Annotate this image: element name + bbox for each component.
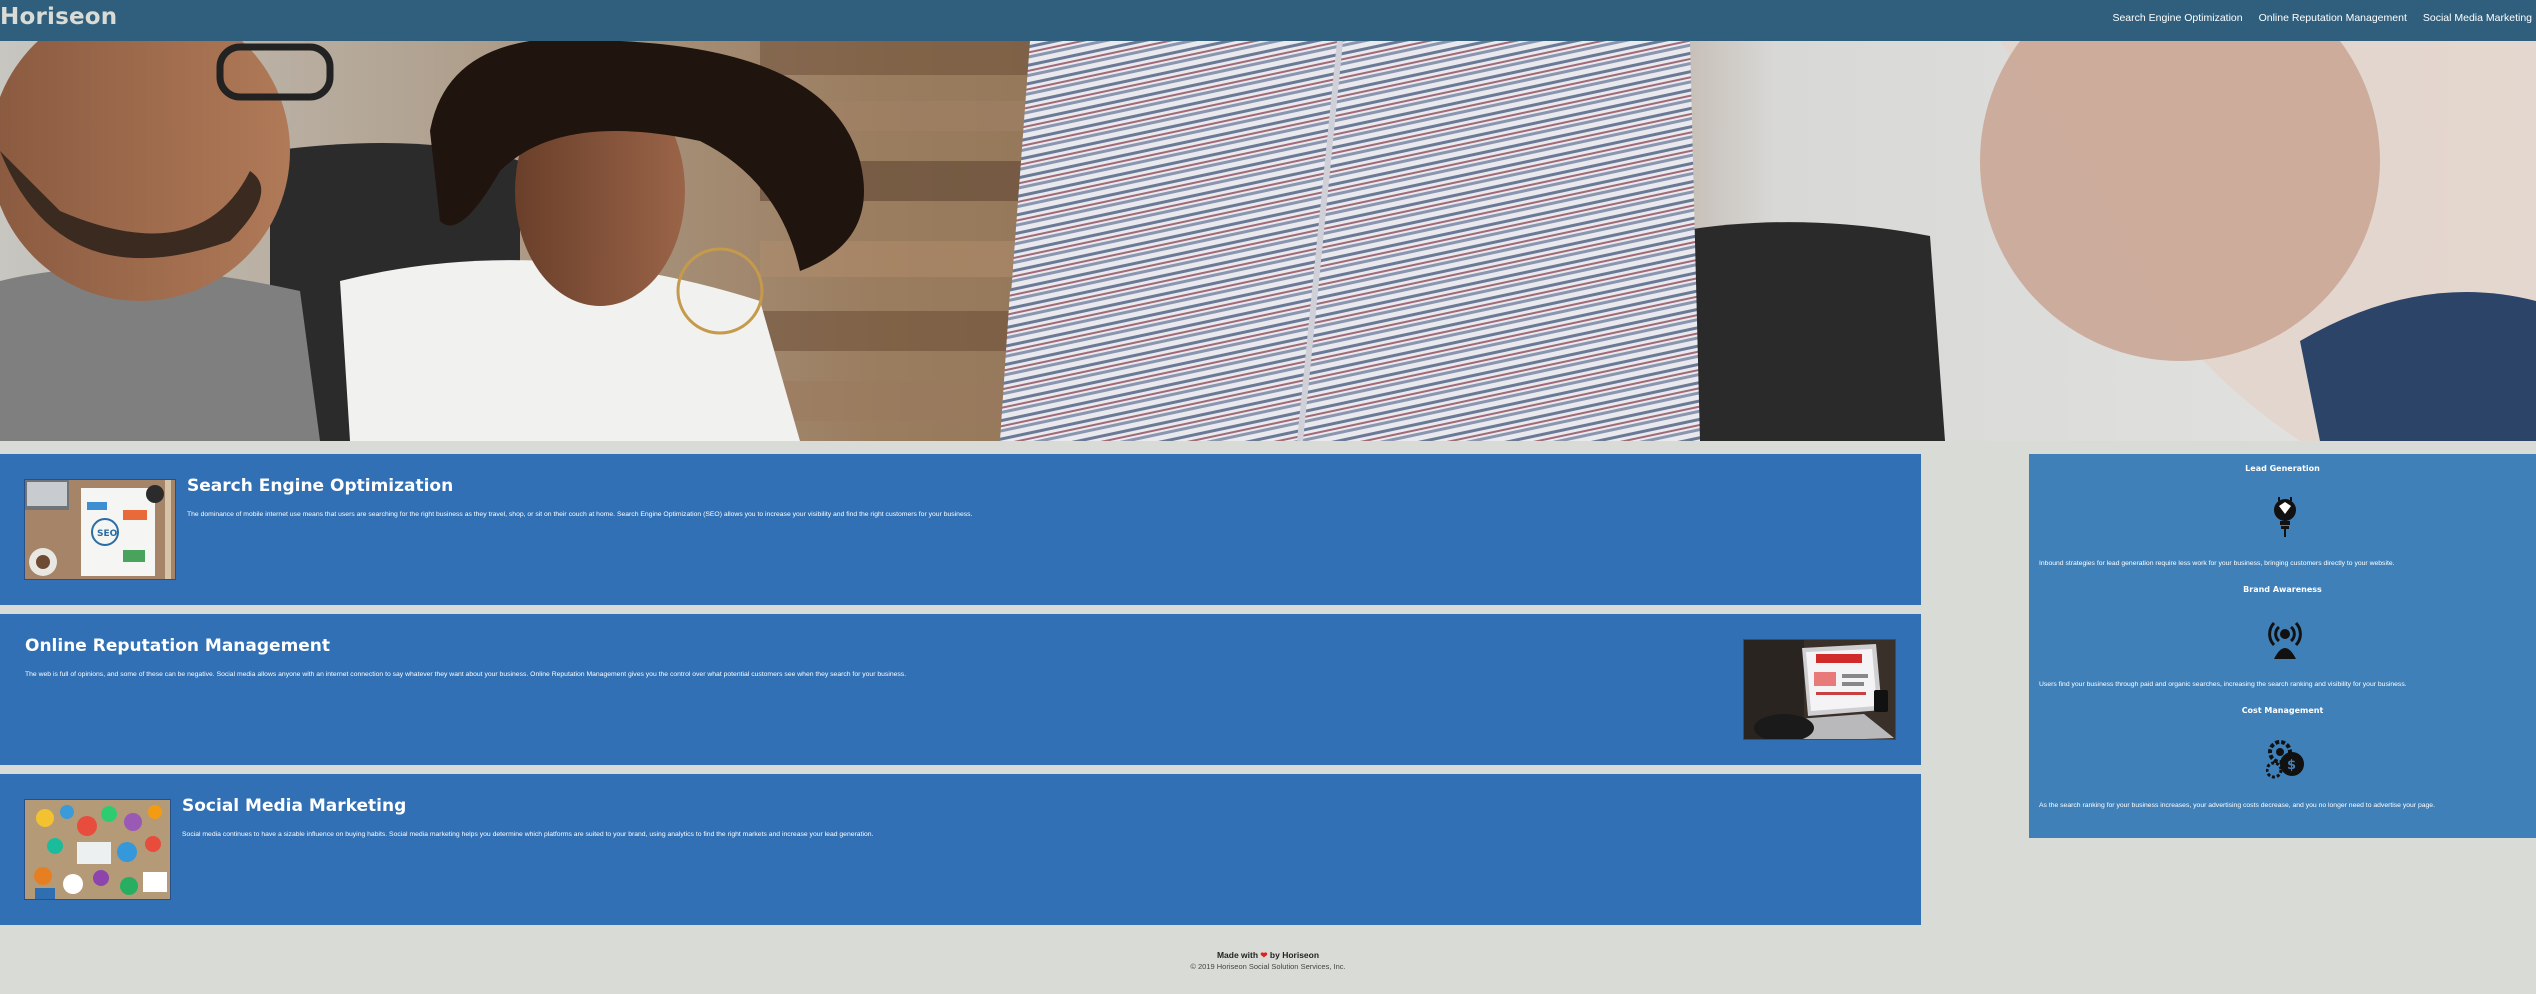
svg-text:SEO: SEO [97, 529, 118, 539]
benefit-title-cost-management: Cost Management [2241, 706, 2324, 715]
heart-icon: ❤ [1260, 950, 1268, 960]
service-card-reputation: Online Reputation Management The web is … [0, 614, 1921, 765]
nav-link-reputation[interactable]: Online Reputation Management [2259, 12, 2407, 24]
service-card-social-media: Social Media Marketing Social media cont… [0, 774, 1921, 925]
svg-text:$: $ [2287, 758, 2296, 773]
nav-link-social-media[interactable]: Social Media Marketing [2423, 12, 2532, 24]
service-card-seo: SEO Search Engine Optimization The domin… [0, 454, 1921, 605]
site-header: Horiseon Search Engine Optimization Onli… [0, 0, 2536, 41]
main-nav: Search Engine Optimization Online Reputa… [2112, 12, 2532, 24]
footer-made-with: Made with [1216, 950, 1259, 960]
benefit-text-brand-awareness: Users find your business through paid an… [2039, 681, 2407, 688]
gears-dollar-icon: $ [2266, 738, 2306, 780]
broadcast-person-icon [2266, 617, 2304, 659]
social-media-image [24, 799, 171, 900]
service-description: Social media continues to have a sizable… [182, 831, 874, 838]
benefit-text-lead-generation: Inbound strategies for lead generation r… [2039, 560, 2395, 567]
benefit-title-lead-generation: Lead Generation [2245, 464, 2320, 473]
footer-copyright: © 2019 Horiseon Social Solution Services… [1190, 962, 1346, 971]
service-description: The dominance of mobile internet use mea… [187, 511, 973, 518]
hero-image [0, 41, 2536, 441]
service-description: The web is full of opinions, and some of… [25, 671, 907, 678]
nav-link-seo[interactable]: Search Engine Optimization [2112, 12, 2242, 24]
service-title: Online Reputation Management [25, 636, 331, 656]
site-logo[interactable]: Horiseon [0, 4, 117, 30]
reputation-image [1743, 639, 1896, 740]
benefit-text-cost-management: As the search ranking for your business … [2039, 802, 2435, 809]
lightbulb-lead-icon [2266, 496, 2304, 538]
benefit-title-brand-awareness: Brand Awareness [2243, 585, 2322, 594]
service-title: Social Media Marketing [182, 796, 407, 816]
footer-credit: Made with ❤ by Horiseon [0, 950, 2536, 961]
seo-image: SEO [24, 479, 176, 580]
footer-by: by Horiseon [1269, 950, 1320, 960]
service-title: Search Engine Optimization [187, 476, 454, 496]
